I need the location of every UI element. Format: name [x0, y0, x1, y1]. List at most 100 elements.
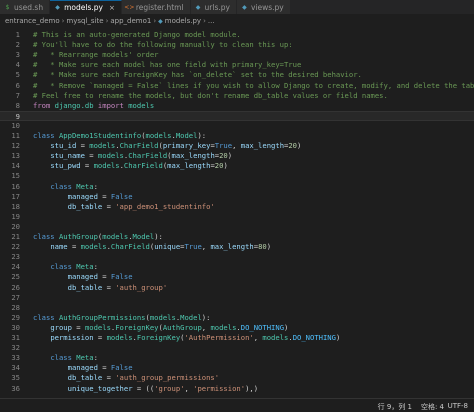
python-file-icon: ◆	[195, 3, 201, 11]
code-line[interactable]: 29 class AuthGroupPermissions(models.Mode…	[0, 313, 474, 323]
code-token: max_length	[171, 151, 215, 161]
code-token: class	[50, 181, 77, 191]
code-line[interactable]: 35 db_table = 'auth_group_permissions'	[0, 373, 474, 383]
code-text: stu_id = models.CharField(primary_key=Tr…	[33, 141, 301, 151]
code-line[interactable]: 17 managed = False	[0, 192, 474, 202]
code-line[interactable]: 23	[0, 252, 474, 262]
code-text: class Meta:	[33, 353, 98, 363]
code-line[interactable]: 25 managed = False	[0, 272, 474, 282]
code-line[interactable]: 13 stu_name = models.CharField(max_lengt…	[0, 151, 474, 161]
code-line[interactable]: 16 class Meta:	[0, 182, 474, 192]
code-line[interactable]: 11 class AppDemo1Studentinfo(models.Model…	[0, 131, 474, 141]
chevron-right-icon: ›	[203, 17, 206, 25]
code-line[interactable]: 24 class Meta:	[0, 262, 474, 272]
code-line[interactable]: 32	[0, 343, 474, 353]
line-number: 21	[11, 232, 20, 241]
indentation-setting[interactable]: 空格: 4	[421, 402, 444, 412]
code-token: False	[110, 191, 133, 201]
line-number: 22	[11, 242, 20, 252]
code-token: =	[97, 191, 111, 201]
breadcrumb-item[interactable]: mysql_site	[66, 17, 103, 25]
code-line[interactable]: 5 # * Make sure each ForeignKey has `on_d…	[0, 70, 474, 80]
code-token: models	[210, 322, 237, 332]
code-line[interactable]: 8 from django.db import models	[0, 101, 474, 111]
breadcrumb-item[interactable]: ...	[208, 17, 215, 25]
code-line[interactable]: 22 name = models.CharField(unique=True, …	[0, 242, 474, 252]
code-line[interactable]: 36 unique_together = (('group', 'permiss…	[0, 384, 474, 394]
close-icon[interactable]: ×	[109, 4, 115, 12]
tab-used-sh[interactable]: $ used.sh	[0, 0, 51, 14]
code-text: stu_name = models.CharField(max_length=2…	[33, 151, 232, 161]
breadcrumb-item[interactable]: entrance_demo	[5, 17, 60, 25]
code-text: # This is an auto-generated Django model…	[33, 30, 241, 40]
code-token: DO_NOTHING	[240, 322, 285, 332]
tab-label: used.sh	[14, 2, 44, 12]
code-line[interactable]: 12 stu_id = models.CharField(primary_key…	[0, 141, 474, 151]
code-token: ForeignKey	[136, 333, 181, 342]
code-token: 'auth_group_permissions'	[115, 373, 220, 383]
code-text: # * Make sure each model has one field w…	[33, 60, 301, 70]
code-line[interactable]: 31 permission = models.ForeignKey('AuthP…	[0, 333, 474, 343]
code-token: ,	[232, 141, 241, 151]
code-token: models	[262, 333, 289, 342]
tab-urls-py[interactable]: ◆ urls.py	[190, 0, 237, 14]
code-line[interactable]: 27	[0, 293, 474, 303]
code-line[interactable]: 20	[0, 222, 474, 232]
code-line[interactable]: 34 managed = False	[0, 363, 474, 373]
line-number: 10	[11, 120, 20, 130]
code-text: # You'll have to do the following manual…	[33, 40, 293, 50]
line-number: 19	[11, 211, 20, 221]
code-token: unique	[154, 242, 181, 252]
code-line[interactable]: 33 class Meta:	[0, 353, 474, 363]
code-line[interactable]: 14 stu_pwd = models.CharField(max_length…	[0, 161, 474, 171]
code-token: 'app_demo1_studentinfo'	[115, 201, 215, 211]
code-line[interactable]: 9	[0, 110, 474, 121]
breadcrumb-item[interactable]: app_demo1	[110, 17, 151, 25]
code-token: # This is an auto-generated Django model…	[33, 30, 241, 39]
tab-views-py[interactable]: ◆ views.py	[236, 0, 291, 14]
line-number: 24	[11, 262, 20, 272]
file-encoding[interactable]: UTF-8	[448, 402, 468, 410]
code-token: import	[97, 100, 129, 110]
code-editor[interactable]: 1 # This is an auto-generated Django mode…	[0, 28, 474, 398]
code-line[interactable]: 4 # * Make sure each model has one field …	[0, 60, 474, 70]
code-line[interactable]: 3 # * Rearrange models' order	[0, 50, 474, 60]
code-token: 20	[288, 141, 298, 151]
code-line[interactable]: 21 class AuthGroup(models.Model):	[0, 232, 474, 242]
code-text: class AuthGroup(models.Model):	[33, 232, 163, 242]
code-line[interactable]: 2 # You'll have to do the following manua…	[0, 40, 474, 50]
line-number: 34	[11, 363, 20, 373]
line-number: 20	[11, 221, 20, 231]
code-token: class	[50, 262, 77, 272]
code-line[interactable]: 15	[0, 171, 474, 181]
code-line[interactable]: 28	[0, 303, 474, 313]
line-number: 5	[15, 70, 20, 80]
code-line[interactable]: 30 group = models.ForeignKey(AuthGroup, …	[0, 323, 474, 333]
tab-register-html[interactable]: <> register.html	[121, 0, 191, 14]
code-line[interactable]: 10	[0, 121, 474, 131]
code-token: 20	[219, 151, 228, 161]
breadcrumb-item[interactable]: models.py	[165, 17, 201, 25]
code-token: # * Remove `managed = False` lines if yo…	[33, 80, 474, 90]
python-file-icon: ◆	[158, 17, 163, 25]
code-line[interactable]: 1 # This is an auto-generated Django mode…	[0, 30, 474, 40]
tab-bar: $ used.sh ◆ models.py × <> register.html ◆ urls.…	[0, 0, 474, 14]
code-token: CharField	[128, 151, 168, 161]
cursor-position[interactable]: 行 9，列 1	[378, 402, 412, 412]
line-number: 25	[11, 272, 20, 282]
code-line[interactable]: 6 # * Remove `managed = False` lines if y…	[0, 81, 474, 91]
line-number: 28	[11, 302, 20, 312]
code-line[interactable]: 18 db_table = 'app_demo1_studentinfo'	[0, 202, 474, 212]
code-token: ,	[184, 383, 194, 393]
code-text: # * Rearrange models' order	[33, 50, 159, 60]
tab-models-py[interactable]: ◆ models.py ×	[50, 0, 122, 14]
tab-label: register.html	[135, 2, 184, 12]
code-token: Model	[132, 232, 155, 241]
code-line[interactable]: 26 db_table = 'auth_group'	[0, 283, 474, 293]
code-line[interactable]: 7 # Feel free to rename the models, but d…	[0, 91, 474, 101]
code-line[interactable]: 19	[0, 212, 474, 222]
